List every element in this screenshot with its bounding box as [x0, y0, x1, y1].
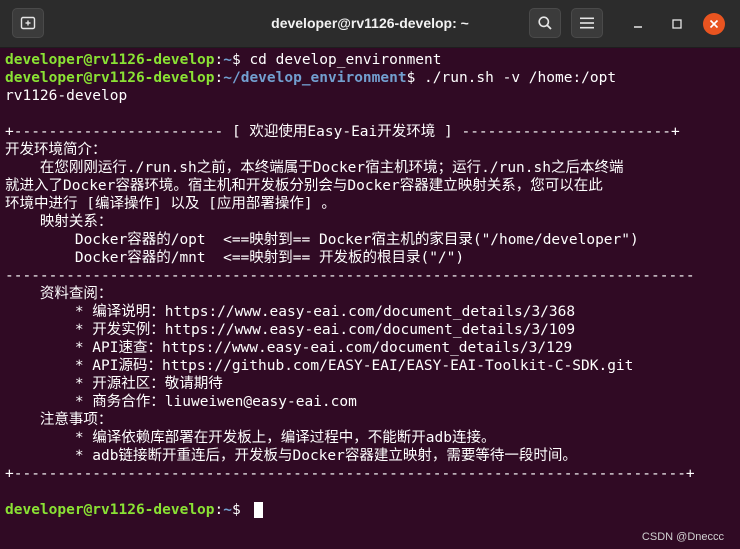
terminal-line: * 商务合作：liuweiwen@easy-eai.com — [5, 394, 357, 410]
banner-top-border: +------------------------ [ 欢迎使用Easy-Eai… — [5, 124, 680, 140]
command-text: $ ./run.sh -v /home:/opt — [406, 70, 617, 86]
terminal-line: Docker容器的/opt <==映射到== Docker宿主机的家目录("/h… — [5, 232, 639, 248]
terminal-line: * 开源社区：敬请期待 — [5, 376, 223, 392]
prompt-path: ~ — [223, 502, 232, 518]
terminal-line: * adb链接断开重连后，开发板与Docker容器建立映射，需要等待一段时间。 — [5, 448, 577, 464]
prompt-colon: : — [214, 52, 224, 68]
command-text: $ — [231, 502, 250, 518]
terminal-line: developer@rv1126-develop:~$ — [5, 501, 249, 519]
prompt-path: ~/develop_environment — [223, 70, 407, 86]
search-icon — [538, 16, 552, 30]
watermark: CSDN @Dneccc — [641, 531, 724, 543]
terminal-line: 环境中进行 [编译操作] 以及 [应用部署操作] 。 — [5, 196, 336, 212]
terminal-window: developer@rv1126-develop: ~ developer@rv… — [0, 0, 740, 549]
terminal-line: 在您刚刚运行./run.sh之前，本终端属于Docker宿主机环境；运行./ru… — [5, 160, 624, 176]
terminal-line: developer@rv1126-develop:~/develop_envir… — [5, 69, 616, 87]
terminal-line: * API源码：https://github.com/EASY-EAI/EASY… — [5, 358, 634, 374]
terminal-line: developer@rv1126-develop:~$ cd develop_e… — [5, 51, 442, 69]
terminal-line: rv1126-develop — [5, 88, 128, 104]
terminal-line: 注意事项： — [5, 412, 113, 428]
close-button[interactable] — [703, 13, 725, 35]
terminal-line: 资料查阅： — [5, 286, 113, 302]
terminal-line: * 开发实例：https://www.easy-eai.com/document… — [5, 322, 576, 338]
terminal-line: * 编译说明：https://www.easy-eai.com/document… — [5, 304, 576, 320]
terminal-cursor — [254, 502, 263, 518]
minimize-button[interactable] — [627, 13, 649, 35]
search-button[interactable] — [529, 8, 561, 38]
terminal-line: 就进入了Docker容器环境。宿主机和开发板分别会与Docker容器建立映射关系… — [5, 178, 603, 194]
command-text: $ cd develop_environment — [231, 52, 442, 68]
hamburger-menu-icon — [580, 17, 594, 29]
maximize-icon — [672, 19, 682, 29]
banner-bottom-border: +---------------------------------------… — [5, 466, 695, 482]
banner-divider: ----------------------------------------… — [5, 268, 695, 284]
terminal-output[interactable]: developer@rv1126-develop:~$ cd develop_e… — [0, 48, 740, 549]
prompt-colon: : — [214, 70, 224, 86]
terminal-line: 映射关系： — [5, 214, 113, 230]
terminal-line: * 编译依赖库部署在开发板上，编译过程中，不能断开adb连接。 — [5, 430, 496, 446]
menu-button[interactable] — [571, 8, 603, 38]
prompt-user: developer@rv1126-develop — [5, 52, 215, 68]
terminal-line: * API速查：https://www.easy-eai.com/documen… — [5, 340, 573, 356]
maximize-button[interactable] — [666, 13, 688, 35]
terminal-line: Docker容器的/mnt <==映射到== 开发板的根目录("/") — [5, 250, 465, 266]
minimize-icon — [634, 26, 642, 28]
prompt-colon: : — [214, 502, 224, 518]
prompt-user: developer@rv1126-develop — [5, 502, 215, 518]
close-icon — [709, 19, 719, 29]
terminal-line: 开发环境简介： — [5, 142, 107, 158]
title-bar: developer@rv1126-develop: ~ — [0, 0, 740, 48]
prompt-user: developer@rv1126-develop — [5, 70, 215, 86]
prompt-path: ~ — [223, 52, 232, 68]
